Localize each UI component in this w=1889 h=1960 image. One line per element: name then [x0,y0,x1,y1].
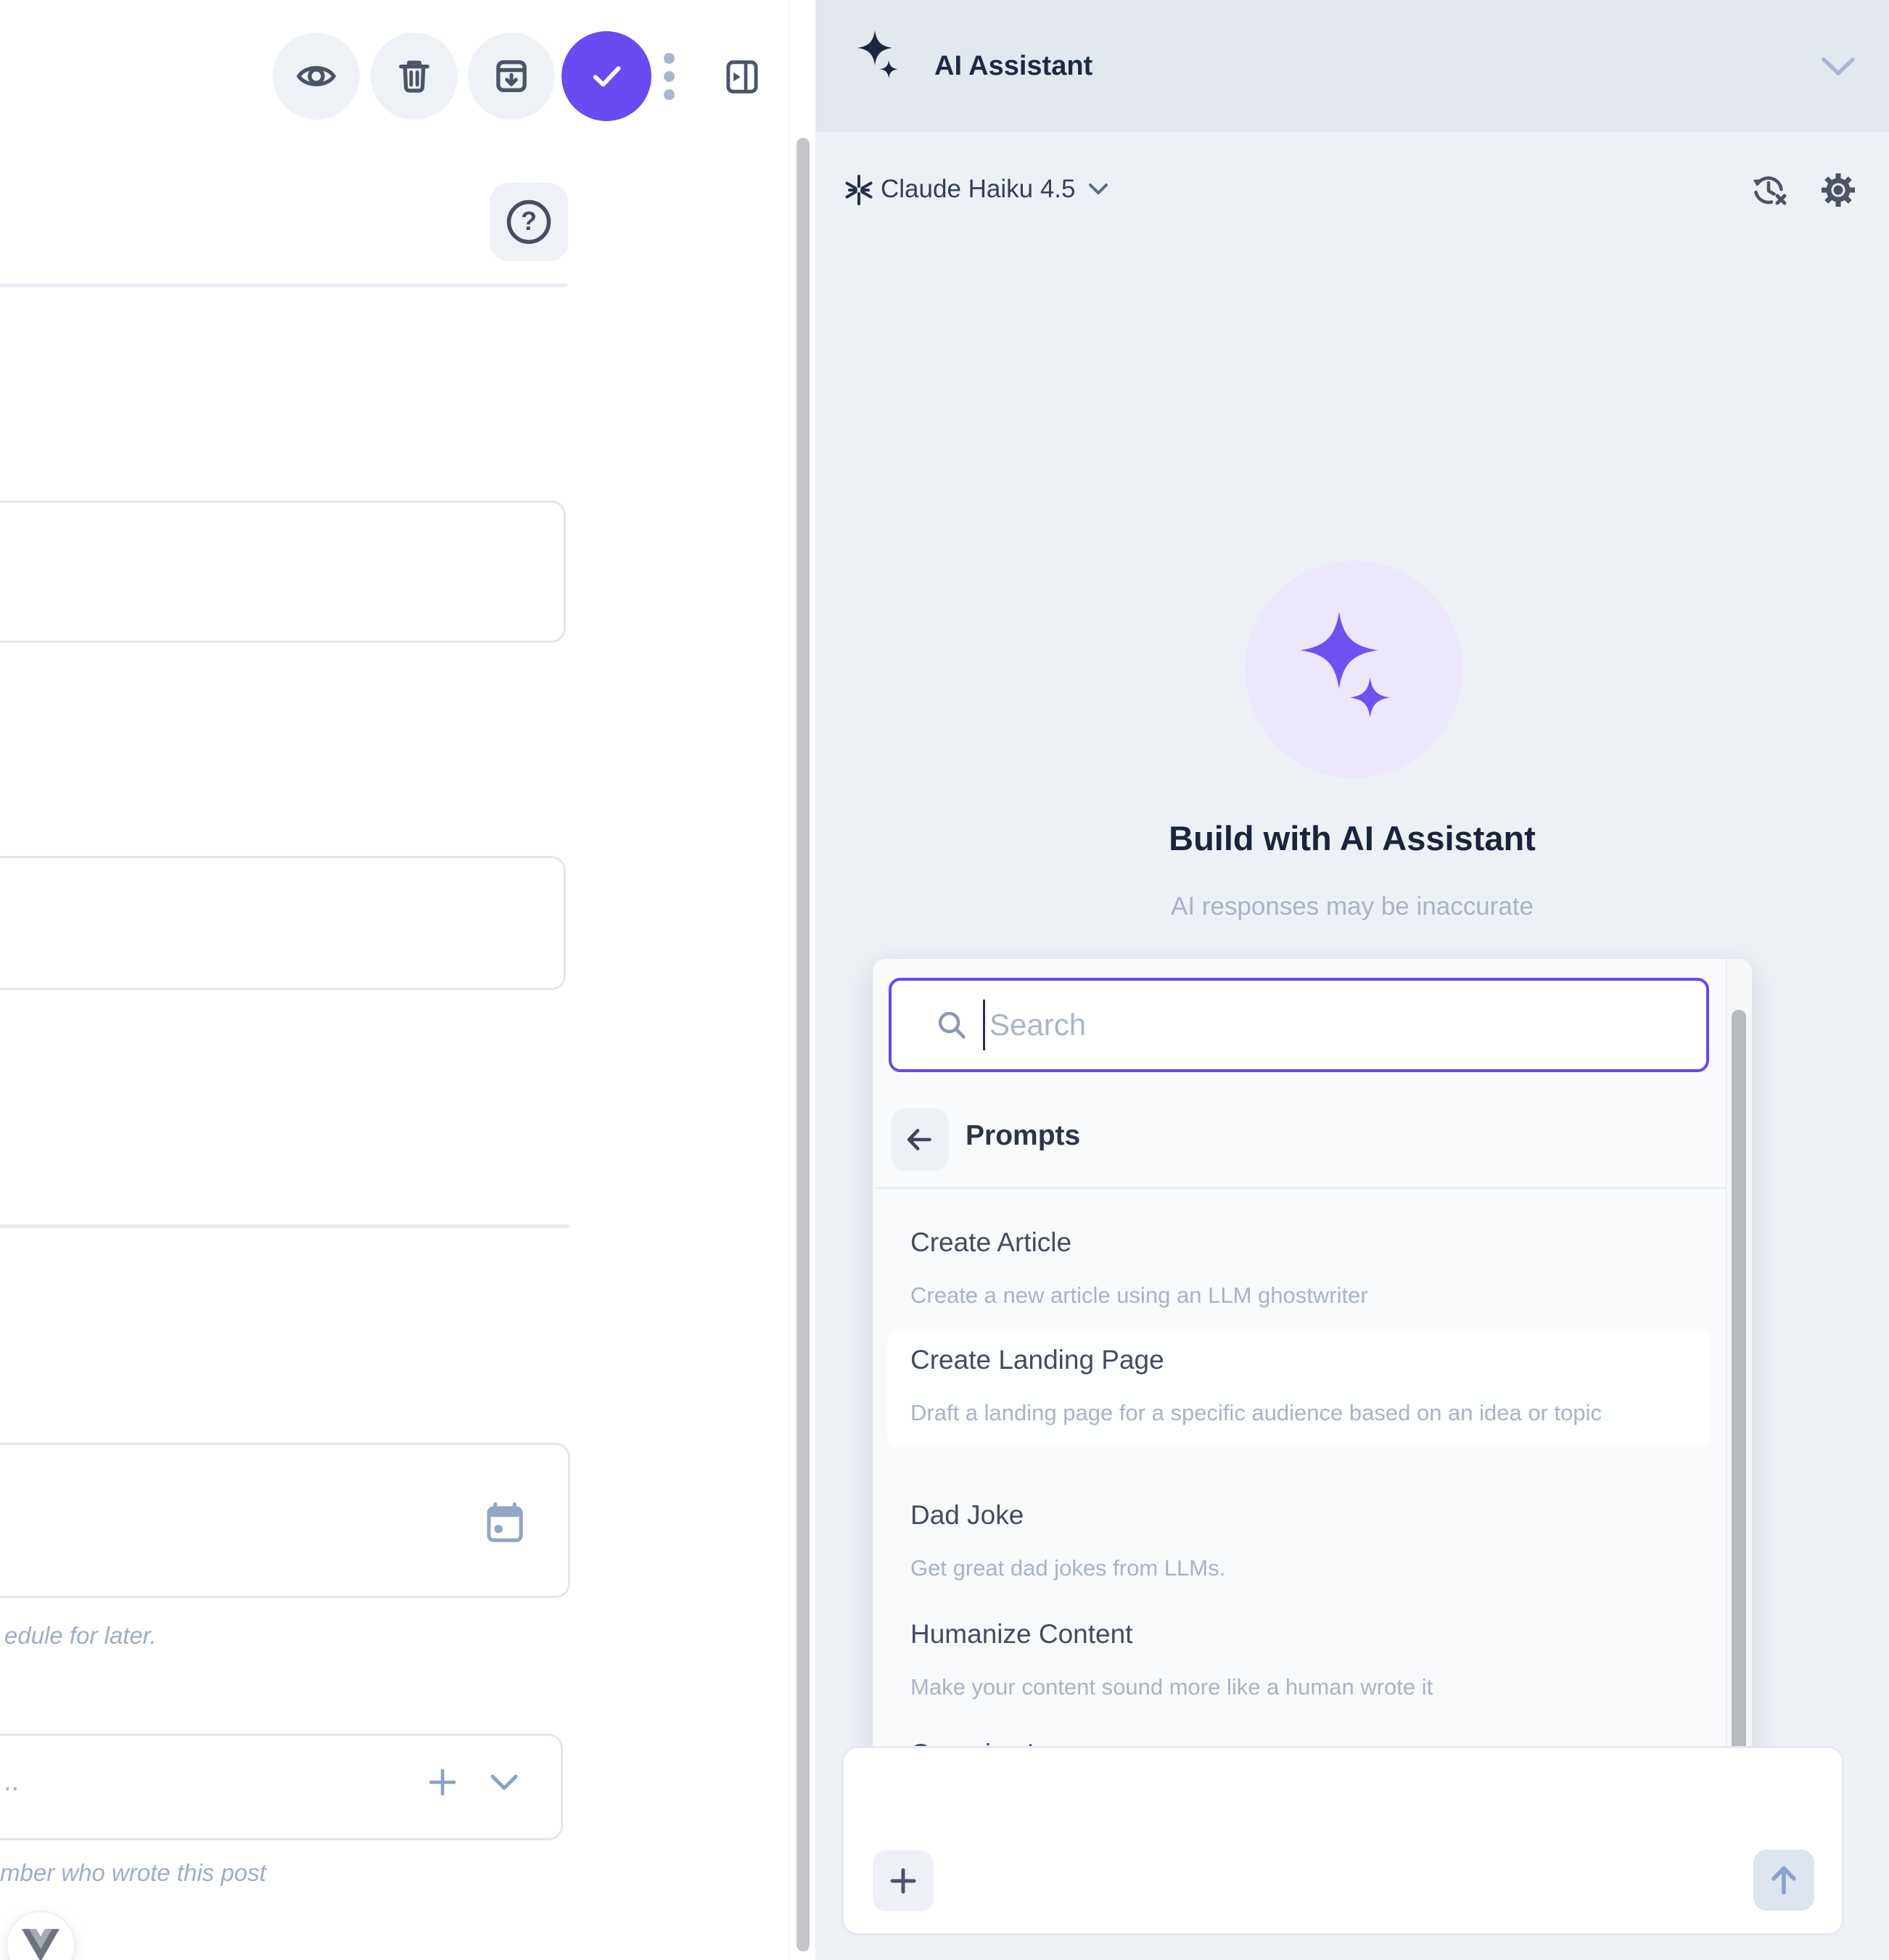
scrollbar-thumb[interactable] [1732,1010,1746,1815]
more-options-button[interactable] [654,33,683,120]
send-button[interactable] [1753,1850,1814,1911]
divider [876,1187,1726,1189]
plus-icon [887,1865,919,1897]
author-placeholder: .. [4,1766,19,1798]
prompts-popup: Prompts Create Article Create a new arti… [873,959,1752,1828]
prompt-search[interactable] [889,978,1709,1072]
search-icon [934,1007,970,1043]
search-input[interactable] [989,1008,1642,1042]
visibility-icon [295,55,337,97]
scrollbar-thumb[interactable] [797,138,810,1951]
panel-title: AI Assistant [934,51,1092,82]
add-attachment-button[interactable] [873,1850,934,1911]
author-hint: mber who wrote this post [0,1859,266,1887]
archive-icon [490,55,532,97]
prompts-heading: Prompts [966,1120,1080,1152]
section-divider [0,1224,570,1228]
sparkle-icon [857,30,905,83]
archive-button[interactable] [468,33,555,120]
schedule-hint: edule for later. [4,1622,157,1650]
help-icon: ? [505,198,553,246]
text-field[interactable] [0,856,566,990]
save-button[interactable] [561,31,651,121]
plus-icon[interactable] [427,1766,458,1798]
ai-assistant-header[interactable]: AI Assistant [815,0,1889,132]
prompt-item-humanize-content[interactable]: Humanize Content Make your content sound… [887,1605,1711,1721]
app-logo [6,1911,75,1960]
assistant-empty-state-badge [1245,561,1462,778]
preview-button[interactable] [273,33,360,120]
model-selector[interactable]: Claude Haiku 4.5 [881,175,1076,204]
arrow-up-icon [1766,1862,1802,1898]
sparkle-icon [1296,612,1412,728]
delete-icon [393,55,435,97]
anthropic-star-icon [841,173,876,207]
section-divider [0,284,567,287]
settings-gear-icon[interactable] [1819,171,1857,209]
publish-date-field[interactable] [0,1443,570,1598]
prompt-item-create-landing-page[interactable]: Create Landing Page Draft a landing page… [887,1330,1711,1446]
prompt-item-create-article[interactable]: Create Article Create a new article usin… [887,1213,1711,1329]
delete-button[interactable] [371,33,458,120]
chevron-down-icon[interactable] [1087,182,1109,197]
author-field[interactable]: .. [0,1734,563,1840]
content-panel: ? edule for later. .. mber who wrote thi… [0,0,815,1960]
chevron-down-icon[interactable] [490,1774,519,1792]
collapse-sidebar-button[interactable] [723,57,762,101]
back-button[interactable] [891,1108,949,1171]
check-icon [583,53,630,99]
help-button[interactable]: ? [490,183,568,261]
chat-composer[interactable] [841,1746,1844,1935]
text-caret [983,1000,985,1050]
collapse-sidebar-icon [723,57,762,97]
calendar-icon [482,1500,527,1545]
svg-text:?: ? [521,207,537,236]
clear-history-icon[interactable] [1750,171,1787,209]
arrow-left-icon [903,1123,937,1156]
chevron-down-icon[interactable] [1821,57,1856,77]
model-selector-row: Claude Haiku 4.5 [815,164,1889,215]
prompt-item-dad-joke[interactable]: Dad Joke Get great dad jokes from LLMs. [887,1486,1711,1602]
empty-state-heading: Build with AI Assistant [815,818,1889,858]
empty-state-disclaimer: AI responses may be inaccurate [815,892,1889,921]
more-vertical-icon [664,53,675,64]
v-logo-icon [22,1929,59,1960]
text-field[interactable] [0,501,566,643]
